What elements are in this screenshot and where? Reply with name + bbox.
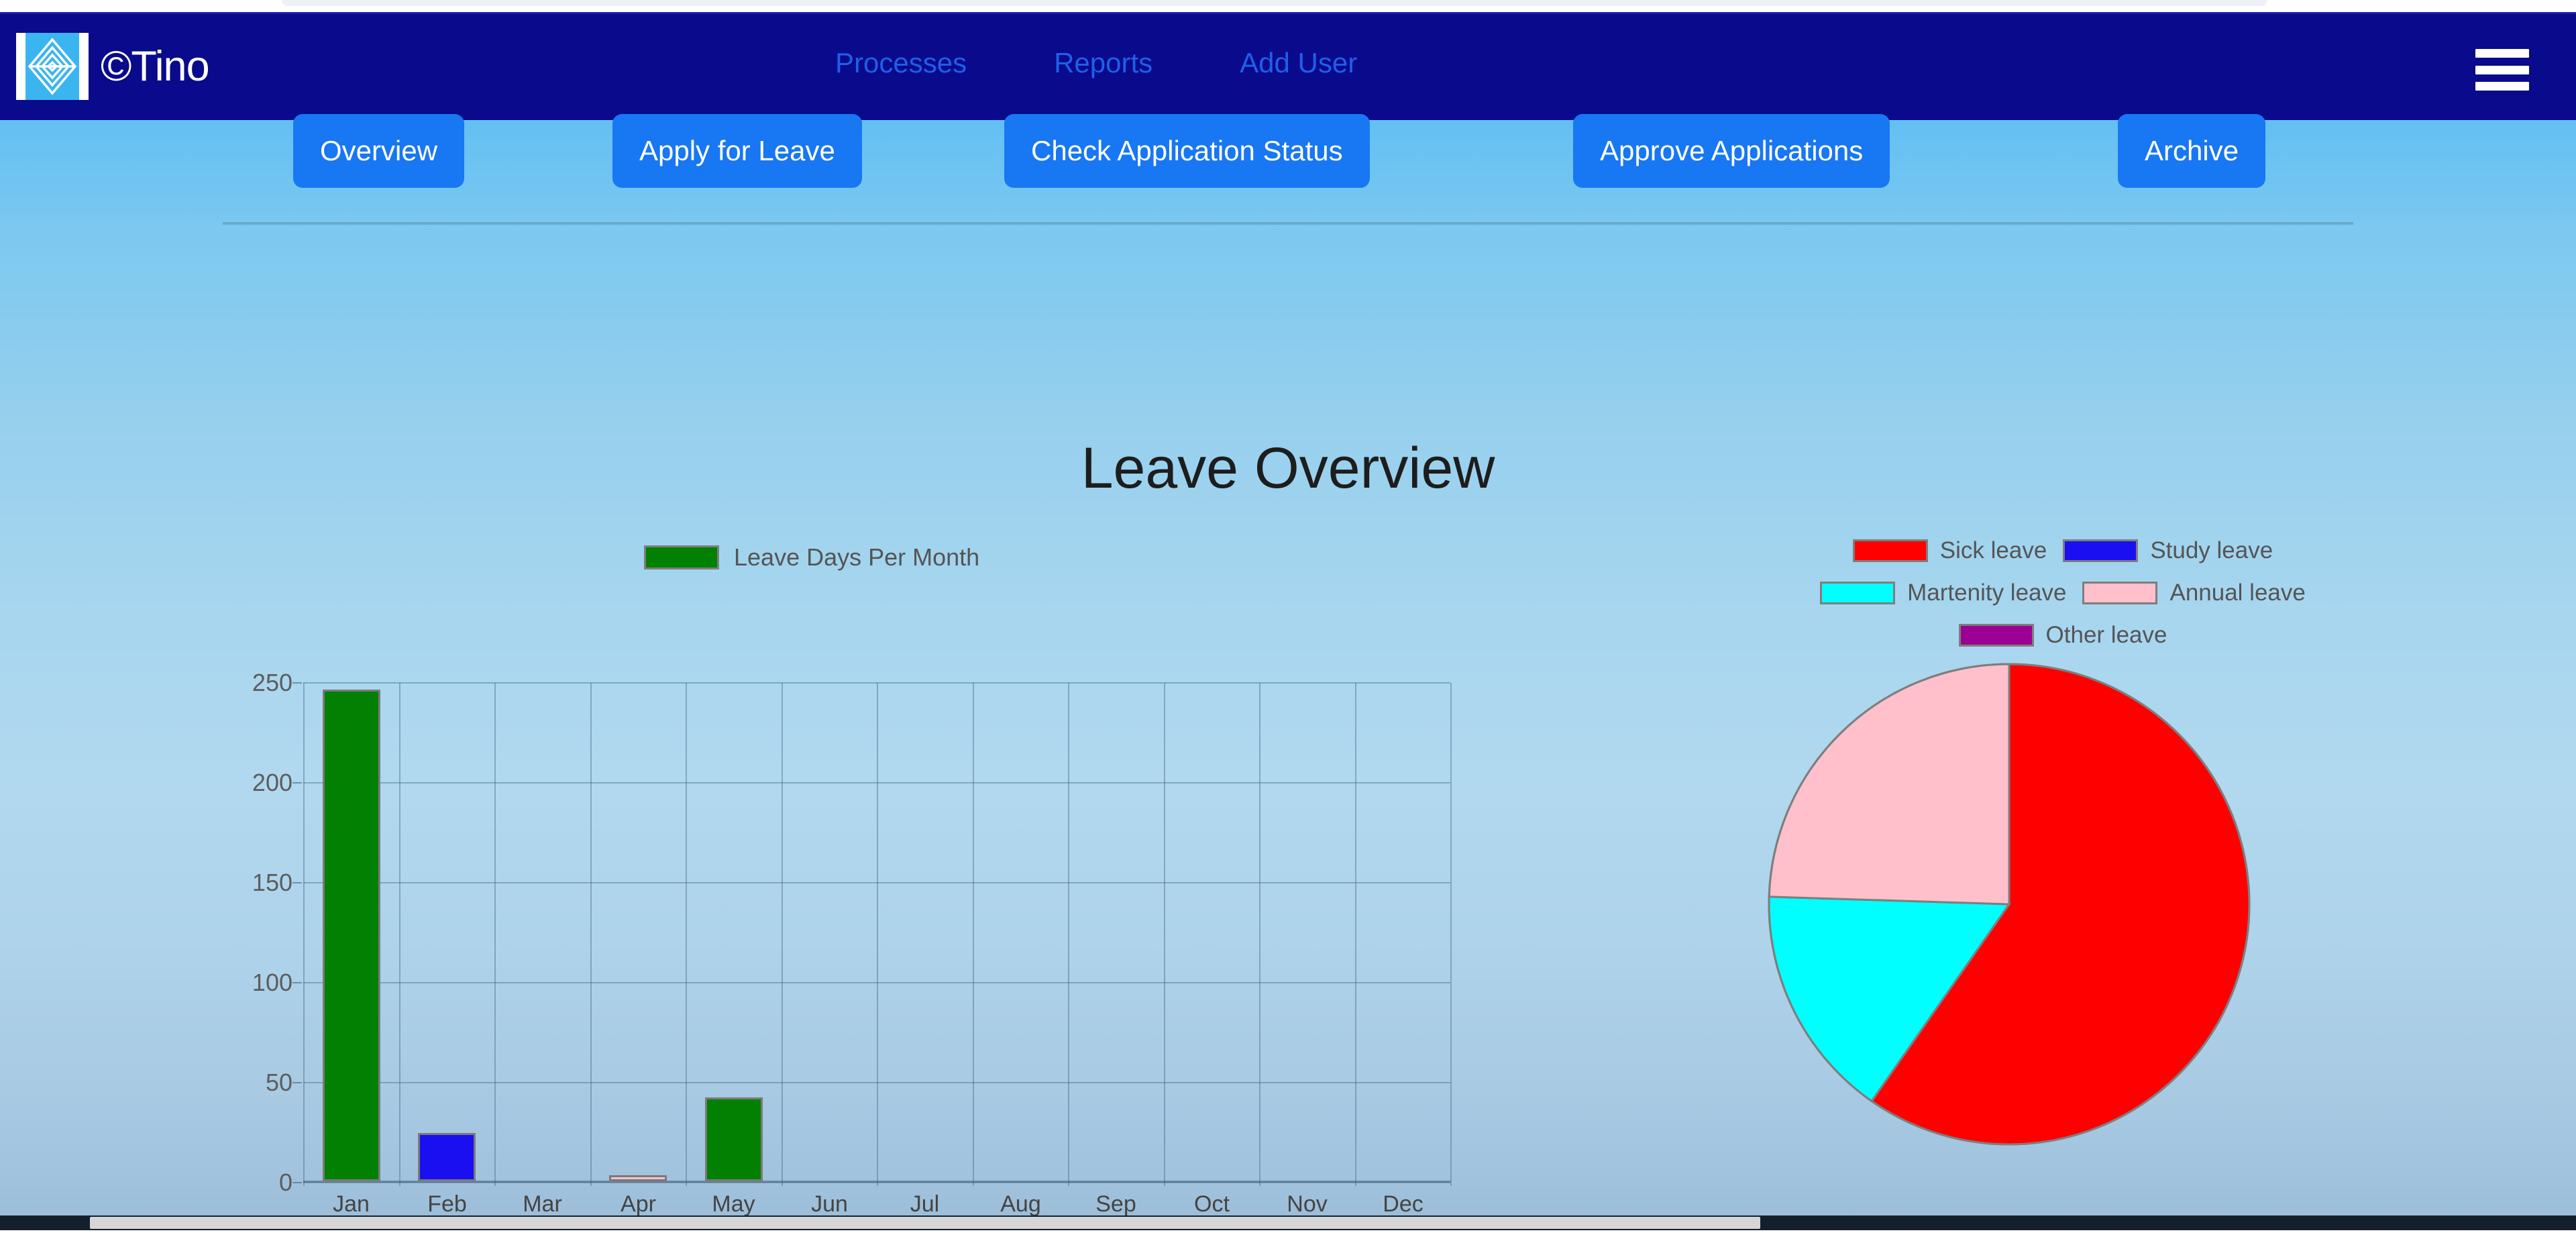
tab-approve-applications[interactable]: Approve Applications	[1573, 114, 1890, 188]
bar-chart-x-tick-label: May	[712, 1191, 755, 1217]
bar-chart-y-tick-label: 200	[252, 769, 292, 796]
pie-legend-row-2: Martenity leave Annual leave	[1644, 581, 2482, 604]
bar-chart-x-tick-label: Sep	[1095, 1191, 1136, 1217]
tab-check-application-status[interactable]: Check Application Status	[1004, 114, 1370, 188]
bar-chart-gridline-v	[686, 683, 687, 1186]
bar-chart-y-tick-mark	[292, 782, 302, 783]
primary-nav-links: Processes Reports Add User	[835, 49, 1357, 77]
bar-chart-x-tick-label: Feb	[427, 1191, 467, 1217]
browser-chrome-strip	[0, 0, 2576, 12]
bar-chart-y-tick-mark	[292, 1182, 302, 1183]
bar-chart-x-tick-label: Mar	[523, 1191, 562, 1217]
bar-chart-gridline-v	[973, 683, 974, 1186]
bar-legend-label-leave-days: Leave Days Per Month	[734, 543, 980, 571]
bar-chart-gridline-v	[399, 683, 400, 1186]
pie-legend-label-study-leave: Study leave	[2150, 537, 2273, 563]
bar-chart-x-tick-label: Aug	[1000, 1191, 1041, 1217]
bar-chart-gridline-v	[877, 683, 878, 1186]
bar-chart-gridline-v	[590, 683, 592, 1186]
bar-chart-plot-area: 250 200 150 100 50 0 Jan Feb Mar Apr May Jun Jul Aug S…	[252, 671, 1452, 1215]
bar-chart-gridline-v	[494, 683, 496, 1186]
bar-chart-y-tick-label: 50	[265, 1069, 292, 1096]
hamburger-menu-icon[interactable]	[2475, 49, 2529, 91]
pie-legend-label-sick-leave: Sick leave	[1939, 537, 2047, 563]
leave-type-distribution-pie-chart: Sick leave Study leave Martenity leave A…	[1644, 539, 2482, 1146]
horizontal-scrollbar[interactable]	[0, 1215, 2576, 1230]
brand-title: ©Tino	[101, 42, 210, 90]
bar-chart-x-tick-label: Oct	[1194, 1191, 1230, 1217]
pie-legend-swatch-study-leave	[2063, 539, 2139, 562]
brand-logo-area[interactable]: ©Tino	[16, 33, 210, 100]
pie-legend-item-study-leave: Study leave	[2063, 539, 2273, 562]
pie-legend-item-martenity-leave: Martenity leave	[1820, 581, 2066, 604]
pie-legend-row-1: Sick leave Study leave	[1644, 539, 2482, 562]
leave-section-tab-row: Overview Apply for Leave Check Applicati…	[0, 114, 2576, 188]
bar-chart-y-tick-label: 0	[278, 1169, 292, 1196]
bar-chart-gridline-v	[782, 683, 783, 1186]
tab-archive[interactable]: Archive	[2118, 114, 2266, 188]
pie-legend-row-3: Other leave	[1644, 623, 2482, 647]
pie-legend-item-other-leave: Other leave	[1958, 622, 2167, 648]
tab-apply-for-leave[interactable]: Apply for Leave	[612, 114, 862, 188]
pie-legend-label-other-leave: Other leave	[2045, 622, 2167, 648]
bar-chart-bar[interactable]	[418, 1133, 476, 1181]
pie-chart-canvas	[1768, 663, 2251, 1146]
hamburger-bar-middle	[2475, 65, 2529, 74]
bar-chart-bar[interactable]	[323, 690, 380, 1181]
bar-chart-x-tick-label: Nov	[1287, 1191, 1328, 1217]
bar-chart-y-tick-mark	[292, 1082, 302, 1083]
bar-chart-x-tick-label: Dec	[1383, 1191, 1424, 1217]
bar-chart-bar[interactable]	[609, 1175, 667, 1181]
bar-chart-x-tick-label: Apr	[621, 1191, 656, 1217]
bar-legend-swatch-leave-days	[644, 545, 719, 570]
bar-chart-x-tick-label: Jun	[811, 1191, 848, 1217]
hamburger-bar-bottom	[2475, 82, 2529, 91]
bar-chart-gridline-v	[1355, 683, 1356, 1186]
bar-chart-gridline-v	[1068, 683, 1069, 1186]
bar-chart-x-tick-label: Jul	[910, 1191, 940, 1217]
bar-chart-gridline-v	[1450, 683, 1452, 1186]
bar-chart-y-tick-label: 100	[252, 969, 292, 996]
nav-link-reports[interactable]: Reports	[1054, 49, 1152, 77]
app-viewport: ©Tino Processes Reports Add User Overvie…	[0, 12, 2576, 1230]
pie-chart-legend: Sick leave Study leave Martenity leave A…	[1644, 539, 2482, 665]
leave-days-per-month-bar-chart: Leave Days Per Month 250 200 150 100 50 0 Jan F…	[121, 539, 1509, 1215]
page-title: Leave Overview	[1081, 436, 1495, 500]
pie-legend-swatch-other-leave	[1958, 623, 2034, 647]
pie-legend-item-annual-leave: Annual leave	[2082, 580, 2306, 606]
browser-tab-strip-edge	[282, 0, 2267, 6]
nav-link-add-user[interactable]: Add User	[1240, 49, 1357, 77]
bar-chart-y-tick-mark	[292, 682, 302, 684]
tino-diamond-logo-icon	[16, 33, 89, 100]
bar-chart-y-tick-label: 250	[252, 669, 292, 696]
charts-area: Leave Days Per Month 250 200 150 100 50 0 Jan F…	[0, 539, 2576, 1215]
bar-chart-y-tick-label: 150	[252, 869, 292, 896]
bar-chart-bar[interactable]	[705, 1097, 763, 1181]
pie-legend-label-martenity-leave: Martenity leave	[1907, 580, 2067, 606]
pie-legend-item-sick-leave: Sick leave	[1852, 537, 2047, 563]
bar-chart-gridline-v	[303, 683, 305, 1186]
tab-overview[interactable]: Overview	[293, 114, 465, 188]
top-navigation-bar: ©Tino Processes Reports Add User	[0, 12, 2576, 120]
bar-chart-y-tick-mark	[292, 882, 302, 883]
bar-chart-gridline-v	[1259, 683, 1260, 1186]
bar-chart-x-tick-label: Jan	[333, 1191, 370, 1217]
horizontal-scrollbar-thumb[interactable]	[90, 1217, 1760, 1229]
section-divider	[223, 222, 2353, 225]
hamburger-bar-top	[2475, 49, 2529, 58]
nav-link-processes[interactable]: Processes	[835, 49, 967, 77]
pie-legend-label-annual-leave: Annual leave	[2169, 580, 2306, 606]
pie-legend-swatch-sick-leave	[1852, 539, 1928, 562]
bar-chart-y-tick-mark	[292, 982, 302, 983]
bar-chart-gridline-v	[1164, 683, 1165, 1186]
bar-chart-legend: Leave Days Per Month	[644, 545, 979, 570]
pie-chart-slice[interactable]	[1768, 663, 2010, 906]
pie-chart-svg	[1768, 663, 2251, 1146]
pie-legend-swatch-annual-leave	[2082, 581, 2158, 604]
pie-legend-swatch-martenity-leave	[1820, 581, 1896, 604]
